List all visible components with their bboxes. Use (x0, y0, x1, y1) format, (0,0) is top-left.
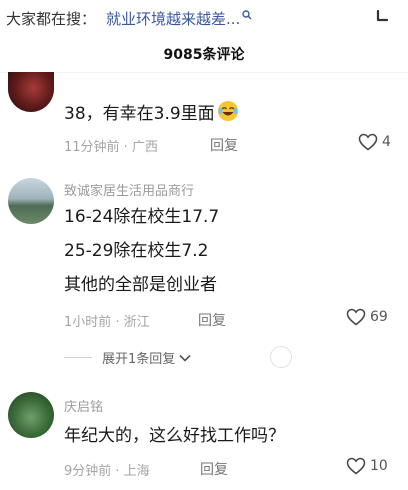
comment-count-title: 9085条评论 (163, 47, 245, 63)
comment-text-line: 16-24除在校生17.7 (64, 207, 220, 227)
expand-replies-label: 展开1条回复 (102, 352, 176, 367)
like-count: 4 (382, 134, 391, 150)
heart-icon (346, 457, 366, 475)
crying-laughing-emoji-icon (217, 101, 238, 121)
comment-text: 年纪大的，这么好找工作吗？ (64, 426, 285, 446)
loading-indicator-icon (270, 346, 292, 368)
like-count: 69 (370, 309, 388, 325)
expand-replies-button[interactable]: 展开1条回复 (64, 348, 192, 367)
suggested-search-prefix: 大家都在搜： (6, 9, 97, 28)
suggested-search-bar[interactable]: 大家都在搜： 就业环境越来越差... (0, 0, 408, 36)
like-button[interactable]: 4 (358, 133, 391, 151)
comment-meta: 9分钟前 · 上海 (64, 464, 150, 479)
heart-icon (358, 133, 378, 151)
reply-button[interactable]: 回复 (200, 459, 228, 479)
collapse-icon[interactable] (370, 8, 390, 28)
reply-button[interactable]: 回复 (198, 310, 226, 330)
avatar[interactable] (8, 72, 54, 112)
like-button[interactable]: 69 (346, 308, 388, 326)
search-icon (242, 10, 252, 20)
comment-meta: 11分钟前 · 广西 (64, 140, 158, 155)
suggested-search-query[interactable]: 就业环境越来越差... (106, 8, 240, 29)
avatar[interactable] (8, 178, 54, 224)
comment-text: 38，有幸在3.9里面 (64, 100, 239, 125)
heart-icon (346, 308, 366, 326)
chevron-down-icon (179, 354, 191, 362)
like-count: 10 (370, 458, 388, 474)
comment-username[interactable]: 致诚家居生活用品商行 (64, 180, 194, 199)
like-button[interactable]: 10 (346, 457, 388, 475)
comment-text-line: 其他的全部是创业者 (64, 275, 217, 295)
expand-divider-line (64, 357, 92, 358)
comment-username[interactable]: 庆启铭 (64, 396, 103, 415)
comment-meta: 1小时前 · 浙江 (64, 315, 150, 330)
reply-button[interactable]: 回复 (210, 135, 238, 155)
avatar[interactable] (8, 392, 54, 438)
comment-text-line: 25-29除在校生7.2 (64, 241, 209, 261)
divider (0, 72, 408, 73)
